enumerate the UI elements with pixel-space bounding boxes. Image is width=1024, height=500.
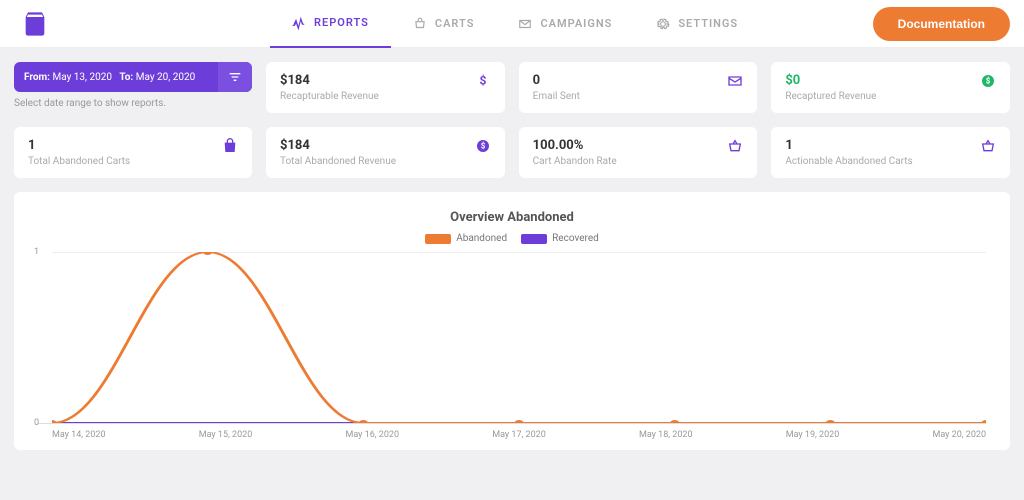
bag-logo-icon — [21, 10, 49, 38]
chart-card: Overview Abandoned Abandoned Recovered 1… — [14, 192, 1010, 450]
stat-value: $184 — [280, 138, 491, 153]
logo — [0, 10, 70, 38]
chart-title: Overview Abandoned — [38, 210, 986, 225]
to-label: To: — [119, 72, 133, 83]
dollar-icon: $ — [475, 73, 491, 93]
nav-label: CAMPAIGNS — [540, 17, 612, 30]
svg-text:$: $ — [479, 73, 486, 87]
x-tick: May 16, 2020 — [346, 430, 493, 440]
stat-label: Email Sent — [533, 91, 744, 102]
mail-icon — [727, 73, 743, 93]
from-label: From: — [24, 72, 50, 83]
y-tick: 0 — [34, 418, 39, 428]
dollar-circle-icon: $ — [475, 138, 491, 158]
stat-value: 1 — [785, 138, 996, 153]
basket-icon — [413, 17, 427, 31]
stat-label: Recaptured Revenue — [785, 91, 996, 102]
nav-campaigns[interactable]: CAMPAIGNS — [496, 0, 634, 48]
stat-label: Actionable Abandoned Carts — [785, 156, 996, 167]
gear-icon — [656, 17, 670, 31]
svg-text:$: $ — [986, 77, 991, 86]
card-total-abandoned-revenue: $184 Total Abandoned Revenue $ — [266, 127, 505, 178]
basket-icon — [980, 138, 996, 158]
nav-carts[interactable]: CARTS — [391, 0, 497, 48]
legend-swatch — [521, 234, 547, 244]
card-recapturable-revenue: $184 Recapturable Revenue $ — [266, 62, 505, 113]
basket-icon — [727, 138, 743, 158]
stat-label: Cart Abandon Rate — [533, 156, 744, 167]
card-actionable-abandoned-carts: 1 Actionable Abandoned Carts — [771, 127, 1010, 178]
filter-icon[interactable] — [218, 62, 252, 92]
bag-icon — [222, 138, 238, 158]
nav-settings[interactable]: SETTINGS — [634, 0, 760, 48]
legend-item-recovered: Recovered — [521, 233, 599, 244]
stats-row-2: 1 Total Abandoned Carts $184 Total Aband… — [14, 127, 1010, 178]
x-tick: May 20, 2020 — [933, 430, 987, 440]
x-tick: May 18, 2020 — [639, 430, 786, 440]
svg-text:$: $ — [480, 142, 485, 151]
x-tick: May 14, 2020 — [52, 430, 199, 440]
stat-value: 1 — [28, 138, 238, 153]
date-hint: Select date range to show reports. — [14, 98, 252, 109]
main-nav: REPORTS CARTS CAMPAIGNS SETTINGS — [270, 0, 760, 48]
stat-value: $184 — [280, 73, 491, 88]
header: REPORTS CARTS CAMPAIGNS SETTINGS Documen… — [0, 0, 1024, 48]
stat-label: Total Abandoned Revenue — [280, 156, 491, 167]
card-cart-abandon-rate: 100.00% Cart Abandon Rate — [519, 127, 758, 178]
stat-value: 0 — [533, 73, 744, 88]
envelope-icon — [518, 17, 532, 31]
y-tick: 1 — [34, 247, 39, 257]
x-axis-labels: May 14, 2020 May 15, 2020 May 16, 2020 M… — [38, 430, 986, 440]
nav-label: REPORTS — [314, 16, 369, 29]
activity-icon — [292, 16, 306, 30]
x-tick: May 17, 2020 — [492, 430, 639, 440]
date-column: From: May 13, 2020 To: May 20, 2020 Sele… — [14, 62, 252, 113]
documentation-button[interactable]: Documentation — [873, 7, 1010, 41]
nav-reports[interactable]: REPORTS — [270, 0, 391, 48]
to-date: May 20, 2020 — [136, 72, 195, 83]
chart-svg — [52, 252, 986, 423]
legend-item-abandoned: Abandoned — [425, 233, 507, 244]
dollar-circle-icon: $ — [980, 73, 996, 93]
legend-label: Recovered — [552, 233, 599, 244]
chart-plot: 1 0 — [38, 252, 986, 424]
stat-value: 100.00% — [533, 138, 744, 153]
nav-label: SETTINGS — [678, 17, 738, 30]
stats-row-1: From: May 13, 2020 To: May 20, 2020 Sele… — [14, 62, 1010, 113]
card-recaptured-revenue: $0 Recaptured Revenue $ — [771, 62, 1010, 113]
stat-label: Total Abandoned Carts — [28, 156, 238, 167]
stat-value: $0 — [785, 73, 996, 88]
content: From: May 13, 2020 To: May 20, 2020 Sele… — [0, 48, 1024, 464]
stat-label: Recapturable Revenue — [280, 91, 491, 102]
nav-label: CARTS — [435, 17, 475, 30]
card-total-abandoned-carts: 1 Total Abandoned Carts — [14, 127, 252, 178]
date-range-picker[interactable]: From: May 13, 2020 To: May 20, 2020 — [14, 62, 252, 92]
legend-swatch — [425, 234, 451, 244]
x-tick: May 15, 2020 — [199, 430, 346, 440]
chart-legend: Abandoned Recovered — [38, 233, 986, 244]
card-email-sent: 0 Email Sent — [519, 62, 758, 113]
legend-label: Abandoned — [456, 233, 507, 244]
x-tick: May 19, 2020 — [786, 430, 933, 440]
from-date: May 13, 2020 — [52, 72, 111, 83]
